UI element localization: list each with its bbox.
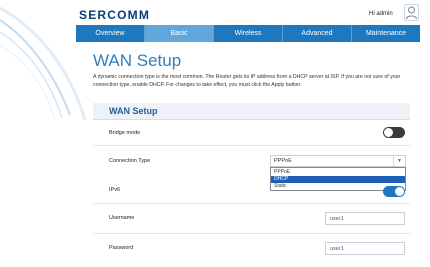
bridge-mode-toggle[interactable] [383,127,405,138]
chevron-down-icon: ▼ [393,156,405,166]
divider [93,203,410,204]
divider [93,145,410,146]
sercomm-logo: SERCOMM [79,8,151,22]
tab-advanced[interactable]: Advanced [283,25,352,42]
option-dhcp[interactable]: DHCP [271,176,405,183]
username-input[interactable]: user1 [325,212,405,225]
user-icon[interactable] [404,4,419,21]
connection-type-select[interactable]: PPPoE ▼ [270,155,406,167]
username-label: Username [109,215,135,221]
tab-wireless[interactable]: Wireless [214,25,283,42]
password-value: user1 [330,246,344,252]
toggle-knob [384,128,393,137]
tab-overview[interactable]: Overview [76,25,145,42]
page-title: WAN Setup [93,51,182,70]
tab-basic[interactable]: Basic [145,25,214,42]
password-label: Password [109,245,134,251]
main-nav: Overview Basic Wireless Advanced Mainten… [76,25,420,42]
connection-type-label: Connection Type [109,158,151,164]
panel-title: WAN Setup [109,106,158,116]
username-value: user1 [330,216,344,222]
toggle-knob [395,187,404,196]
ipv6-toggle[interactable] [383,186,405,197]
tab-maintenance[interactable]: Maintenance [352,25,420,42]
connection-type-value: PPPoE [274,158,292,164]
option-pppoe[interactable]: PPPoE [271,169,405,176]
user-greeting: Hi admin [369,11,393,17]
bridge-mode-label: Bridge mode [109,130,141,136]
divider [93,233,410,234]
password-input[interactable]: user1 [325,242,405,255]
panel-header: WAN Setup [93,103,410,120]
ipv6-label: IPv6 [109,187,121,193]
page-description: A dynamic connection type is the most co… [93,74,401,88]
